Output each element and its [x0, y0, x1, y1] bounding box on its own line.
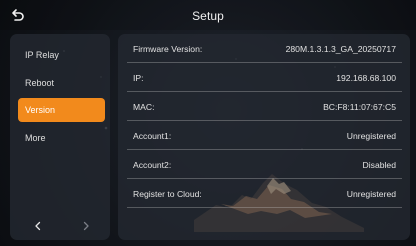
- account1-value: Unregistered: [346, 131, 396, 141]
- account1-label: Account1:: [133, 131, 172, 141]
- previous-page-button[interactable]: [28, 216, 48, 236]
- sidebar-item-ip-relay[interactable]: IP Relay: [18, 43, 105, 67]
- page-title: Setup: [192, 9, 224, 23]
- sidebar-item-label: More: [25, 133, 46, 143]
- firmware-version-label: Firmware Version:: [133, 44, 203, 54]
- mac-row: MAC: BC:F8:11:07:67:C5: [127, 96, 402, 119]
- account2-value: Disabled: [362, 160, 396, 170]
- sidebar-item-label: Version: [25, 105, 56, 115]
- row-divider: [127, 207, 402, 208]
- version-details-panel: Firmware Version: 280M.1.3.1.3_GA_202507…: [118, 34, 410, 240]
- row-divider: [127, 62, 402, 63]
- sidebar-item-label: IP Relay: [25, 50, 59, 60]
- row-divider: [127, 91, 402, 92]
- ip-value: 192.168.68.100: [336, 73, 396, 83]
- account2-row: Account2: Disabled: [127, 154, 402, 177]
- chevron-left-icon: [35, 221, 41, 231]
- setup-screen: Setup IP Relay Reboot Version More Firmw…: [0, 0, 416, 246]
- row-divider: [127, 120, 402, 121]
- firmware-version-row: Firmware Version: 280M.1.3.1.3_GA_202507…: [127, 38, 402, 61]
- sidebar-item-more[interactable]: More: [18, 126, 105, 150]
- row-divider: [127, 149, 402, 150]
- sidebar-item-version[interactable]: Version: [18, 98, 105, 122]
- sidebar-item-reboot[interactable]: Reboot: [18, 71, 105, 95]
- ip-row: IP: 192.168.68.100: [127, 67, 402, 90]
- top-bar: Setup: [0, 0, 416, 30]
- account2-label: Account2:: [133, 160, 172, 170]
- chevron-right-icon: [83, 221, 89, 231]
- firmware-version-value: 280M.1.3.1.3_GA_20250717: [285, 44, 396, 54]
- next-page-button[interactable]: [76, 216, 96, 236]
- cloud-registration-value: Unregistered: [346, 189, 396, 199]
- cloud-registration-label: Register to Cloud:: [133, 189, 202, 199]
- account1-row: Account1: Unregistered: [127, 125, 402, 148]
- mac-label: MAC:: [133, 102, 155, 112]
- ip-label: IP:: [133, 73, 144, 83]
- sidebar: IP Relay Reboot Version More: [10, 34, 110, 240]
- row-divider: [127, 178, 402, 179]
- cloud-registration-row: Register to Cloud: Unregistered: [127, 183, 402, 206]
- sidebar-item-label: Reboot: [25, 78, 55, 88]
- mac-value: BC:F8:11:07:67:C5: [323, 102, 396, 112]
